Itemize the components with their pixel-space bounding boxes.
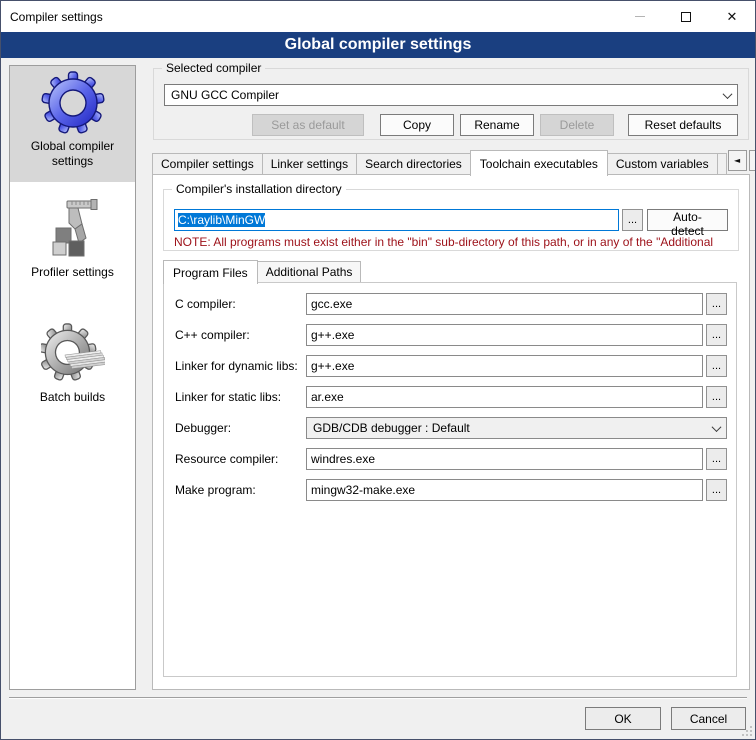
make-program-input[interactable] [306, 479, 703, 501]
close-icon: ✕ [727, 10, 738, 23]
set-as-default-button: Set as default [252, 114, 364, 136]
caption-buttons: ✕ [617, 1, 755, 32]
cpp-compiler-browse-button[interactable]: ... [706, 324, 727, 346]
sidebar-item-profiler-settings[interactable]: Profiler settings [10, 192, 135, 293]
sidebar-item-label: Profiler settings [31, 265, 114, 280]
field-label: Linker for static libs: [175, 390, 306, 404]
compiler-settings-dialog: Compiler settings ✕ Global compiler sett… [0, 0, 756, 740]
minimize-button[interactable] [617, 1, 663, 32]
dynamic-linker-browse-button[interactable]: ... [706, 355, 727, 377]
chevron-down-icon [712, 422, 722, 432]
copy-button[interactable]: Copy [380, 114, 454, 136]
bin-subdirectory-note: NOTE: All programs must exist either in … [174, 235, 736, 249]
resize-grip[interactable] [741, 725, 753, 737]
caliper-icon [41, 197, 105, 261]
dynamic-linker-row: Linker for dynamic libs: ... [175, 355, 727, 377]
close-button[interactable]: ✕ [709, 1, 755, 32]
field-label: Resource compiler: [175, 452, 306, 466]
cpp-compiler-row: C++ compiler: ... [175, 324, 727, 346]
field-label: Linker for dynamic libs: [175, 359, 306, 373]
tab-scroll-right-button[interactable]: ► [749, 150, 756, 171]
field-label: Make program: [175, 483, 306, 497]
sidebar-item-global-compiler-settings[interactable]: Global compiler settings [10, 66, 135, 182]
installation-directory-row: C:\raylib\MinGW ... Auto-detect [174, 209, 728, 231]
tab-compiler-settings[interactable]: Compiler settings [152, 153, 263, 175]
tab-additional-paths[interactable]: Additional Paths [257, 261, 362, 283]
footer-divider [9, 697, 747, 699]
program-tabs: Program Files Additional Paths [163, 259, 737, 283]
resource-compiler-row: Resource compiler: ... [175, 448, 727, 470]
titlebar[interactable]: Compiler settings ✕ [1, 1, 755, 32]
debugger-select-value: GDB/CDB debugger : Default [313, 421, 713, 435]
tab-program-files[interactable]: Program Files [163, 260, 258, 284]
tab-toolchain-executables[interactable]: Toolchain executables [470, 150, 608, 176]
make-program-row: Make program: ... [175, 479, 727, 501]
ok-button[interactable]: OK [585, 707, 661, 730]
sidebar-item-label: Batch builds [40, 390, 105, 405]
dynamic-linker-input[interactable] [306, 355, 703, 377]
selected-text: C:\raylib\MinGW [178, 213, 265, 227]
chevron-down-icon [723, 89, 733, 99]
cpp-compiler-input[interactable] [306, 324, 703, 346]
gear-papers-icon [41, 322, 105, 386]
field-label: Debugger: [175, 421, 306, 435]
auto-detect-button[interactable]: Auto-detect [647, 209, 728, 231]
cancel-button[interactable]: Cancel [671, 707, 746, 730]
installation-directory-group: Compiler's installation directory C:\ray… [163, 189, 739, 251]
minimize-icon [635, 16, 645, 17]
settings-tabs: Compiler settings Linker settings Search… [152, 149, 750, 175]
compiler-select[interactable]: GNU GCC Compiler [164, 84, 738, 106]
main-panel: Selected compiler GNU GCC Compiler Set a… [152, 65, 750, 690]
c-compiler-browse-button[interactable]: ... [706, 293, 727, 315]
page-title: Global compiler settings [1, 32, 755, 58]
reset-defaults-button[interactable]: Reset defaults [628, 114, 738, 136]
delete-button: Delete [540, 114, 614, 136]
group-label: Selected compiler [162, 61, 265, 75]
field-label: C compiler: [175, 297, 306, 311]
gear-icon [41, 71, 105, 135]
settings-category-list: Global compiler settings Profiler settin… [9, 65, 136, 690]
program-files-page: C compiler: ... C++ compiler: ... Linker… [163, 282, 737, 677]
window-title: Compiler settings [10, 10, 103, 24]
tab-custom-variables[interactable]: Custom variables [607, 153, 718, 175]
tab-search-directories[interactable]: Search directories [356, 153, 471, 175]
c-compiler-row: C compiler: ... [175, 293, 727, 315]
make-program-browse-button[interactable]: ... [706, 479, 727, 501]
toolchain-executables-page: Compiler's installation directory C:\ray… [152, 174, 750, 690]
static-linker-input[interactable] [306, 386, 703, 408]
compiler-select-value: GNU GCC Compiler [171, 88, 724, 102]
maximize-icon [681, 12, 691, 22]
field-label: C++ compiler: [175, 328, 306, 342]
static-linker-row: Linker for static libs: ... [175, 386, 727, 408]
tab-scroll-buttons: ◄ ► [726, 150, 756, 171]
tab-linker-settings[interactable]: Linker settings [262, 153, 357, 175]
sidebar-item-batch-builds[interactable]: Batch builds [10, 317, 135, 418]
arrow-left-icon: ◄ [734, 156, 740, 165]
maximize-button[interactable] [663, 1, 709, 32]
sidebar-item-label: Global compiler settings [13, 139, 132, 169]
static-linker-browse-button[interactable]: ... [706, 386, 727, 408]
tab-scroll-left-button[interactable]: ◄ [728, 150, 747, 171]
compiler-actions: Set as default Copy Rename Delete Reset … [164, 114, 738, 136]
group-label: Compiler's installation directory [172, 182, 346, 196]
rename-button[interactable]: Rename [460, 114, 534, 136]
selected-compiler-group: Selected compiler GNU GCC Compiler Set a… [153, 68, 749, 140]
resource-compiler-input[interactable] [306, 448, 703, 470]
install-dir-browse-button[interactable]: ... [622, 209, 643, 231]
debugger-select[interactable]: GDB/CDB debugger : Default [306, 417, 727, 439]
resource-compiler-browse-button[interactable]: ... [706, 448, 727, 470]
install-dir-input[interactable]: C:\raylib\MinGW [174, 209, 619, 231]
c-compiler-input[interactable] [306, 293, 703, 315]
tab-build-options[interactable]: Build [717, 153, 727, 175]
debugger-row: Debugger: GDB/CDB debugger : Default [175, 417, 727, 439]
